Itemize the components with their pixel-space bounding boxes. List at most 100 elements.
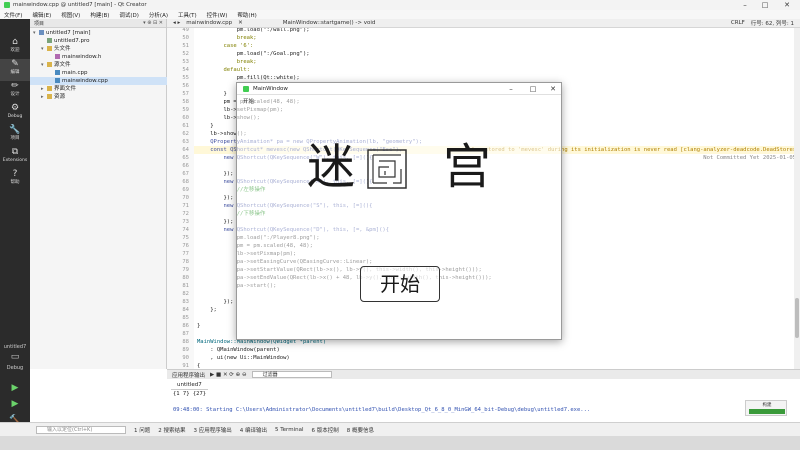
locator-input[interactable]: 输入以定位(Ctrl+K) [36, 425, 126, 434]
mode-edit[interactable]: ✎ 编辑 [0, 59, 30, 81]
build-mode-label[interactable]: Debug [0, 365, 30, 371]
line-ending[interactable]: CRLF [731, 20, 745, 26]
menu-file[interactable]: 文件(F) [4, 11, 22, 19]
app-close-button[interactable]: ✕ [543, 83, 563, 95]
panel-controls-icon[interactable]: ▾ ⊕ ⊟ ✕ [143, 20, 163, 26]
tab-general-messages[interactable]: 8 概要信息 [347, 426, 374, 434]
monitor-icon[interactable]: ▭ [0, 352, 30, 362]
code-line: , ui(new Ui::MainWindow) [197, 355, 290, 361]
editor-toolbar: ◂ ▸ mainwindow.cpp ✕ MainWindow::startga… [167, 19, 800, 28]
tree-item[interactable]: main.cpp [30, 69, 167, 77]
line-number: 90 [182, 355, 189, 361]
menu-edit[interactable]: 编辑(E) [32, 11, 51, 19]
menu-widgets[interactable]: 控件(W) [207, 11, 228, 19]
tree-item[interactable]: ▸ 界面文件 [30, 85, 167, 93]
output-pane-header: 应用程序输出 ▶ ■ ✕ ⟳ ⊕ ⊖ 过滤器 [167, 369, 800, 379]
menu-help[interactable]: 帮助(H) [237, 11, 256, 19]
tab-application-output[interactable]: 3 应用程序输出 [194, 426, 232, 434]
menu-debug[interactable]: 调试(D) [119, 11, 139, 19]
mode-projects[interactable]: 🔧 项目 [0, 125, 30, 147]
open-file-combo[interactable]: mainwindow.cpp [186, 20, 232, 26]
tree-item[interactable]: ▸ 资源 [30, 93, 167, 101]
tree-item[interactable]: mainwindow.h [30, 53, 167, 61]
line-number: 65 [182, 155, 189, 161]
line-number: 72 [182, 211, 189, 217]
close-file-icon[interactable]: ✕ [238, 20, 243, 26]
line-number: 78 [182, 259, 189, 265]
output-pane-title[interactable]: 应用程序输出 [172, 371, 205, 379]
start-game-button[interactable]: 开始 [360, 266, 440, 302]
extensions-icon: ⧉ [11, 147, 19, 157]
line-number: 64 [182, 147, 189, 153]
git-blame-annotation: Not Committed Yet 2025-01-05 [703, 155, 796, 161]
maximize-button[interactable]: □ [757, 0, 773, 10]
window-title: mainwindow.cpp @ untitled7 [main] - Qt C… [13, 2, 147, 8]
editor-scrollbar[interactable] [794, 28, 800, 369]
tree-item-label: untitled7 [main] [46, 30, 91, 36]
output-line: 09:48:00: Starting C:\Users\Administrato… [173, 407, 591, 413]
maze-glyph-icon [367, 149, 407, 189]
tree-item[interactable]: ▾ 源文件 [30, 61, 167, 69]
line-number: 56 [182, 83, 189, 89]
title-char-gong: 宫 [443, 139, 492, 195]
app-maximize-button[interactable]: □ [523, 83, 543, 95]
editor-scroll-thumb[interactable] [795, 298, 799, 338]
edit-icon: ✎ [11, 59, 19, 69]
title-char-mi: 迷 [307, 139, 356, 195]
tab-issues[interactable]: 1 问题 [134, 426, 150, 434]
tab-compile-output[interactable]: 4 编译输出 [240, 426, 267, 434]
mode-design[interactable]: ✏ 设计 [0, 81, 30, 103]
design-icon: ✏ [11, 81, 19, 91]
menu-analyze[interactable]: 分析(A) [149, 11, 168, 19]
menu-build[interactable]: 构建(B) [90, 11, 109, 19]
tree-item[interactable]: mainwindow.cpp [30, 77, 167, 85]
running-app-window[interactable]: MainWindow – □ ✕ 开始 迷 宫 开始 [236, 82, 562, 340]
tab-search-results[interactable]: 2 搜索结果 [158, 426, 185, 434]
tab-version-control[interactable]: 6 版本控制 [312, 426, 339, 434]
wrench-icon: 🔧 [9, 125, 21, 135]
line-number: 74 [182, 227, 189, 233]
line-number: 81 [182, 283, 189, 289]
mode-welcome[interactable]: ⌂ 欢迎 [0, 37, 30, 59]
minimize-button[interactable]: – [737, 0, 753, 10]
debug-run-icon[interactable]: ▶ [0, 399, 30, 409]
app-menu-start[interactable]: 开始 [243, 97, 254, 105]
code-line: { [197, 363, 201, 369]
line-number: 82 [182, 291, 189, 297]
nav-back-icon[interactable]: ◂ ▸ [173, 20, 180, 26]
line-number: 76 [182, 243, 189, 249]
code-line: }); [197, 171, 234, 177]
menu-tools[interactable]: 工具(T) [178, 11, 197, 19]
tab-terminal[interactable]: 5 Terminal [275, 427, 304, 433]
code-line: }); [197, 299, 234, 305]
output-tab-untitled7[interactable]: untitled7 [171, 381, 208, 390]
mode-help[interactable]: ? 帮助 [0, 169, 30, 191]
mode-debug[interactable]: ⚙ Debug [0, 103, 30, 125]
cpp-file-icon [55, 69, 60, 75]
app-minimize-button[interactable]: – [501, 83, 521, 95]
tree-item[interactable]: ▾ 头文件 [30, 45, 167, 53]
line-number: 50 [182, 35, 189, 41]
mode-extensions[interactable]: ⧉ Extensions [0, 147, 30, 169]
tree-item[interactable]: ▾ untitled7 [main] [30, 29, 167, 37]
tree-item-label: 资源 [54, 94, 66, 100]
line-number: 60 [182, 115, 189, 121]
code-line: } [197, 91, 227, 97]
tree-item-label: 界面文件 [54, 86, 77, 92]
title-bar: mainwindow.cpp @ untitled7 [main] - Qt C… [0, 0, 800, 10]
cursor-position[interactable]: 行号: 62, 列号: 1 [751, 19, 794, 27]
line-number-gutter: 49 50 51 52 53 54 55 56 57 58 59 60 61 62 63 64 65 66 67 68… [167, 28, 194, 369]
code-line: }; [197, 307, 217, 313]
output-filter-input[interactable]: 过滤器 [251, 371, 332, 378]
project-panel-title[interactable]: 项目 [34, 20, 44, 27]
symbol-combo[interactable]: MainWindow::startgame() -> void [283, 20, 376, 26]
menu-view[interactable]: 视图(V) [61, 11, 80, 19]
close-button[interactable]: ✕ [779, 0, 795, 10]
line-number: 69 [182, 187, 189, 193]
code-line: case '6': [197, 43, 254, 49]
run-icon[interactable]: ▶ [0, 383, 30, 393]
tree-item[interactable]: untitled7.pro [30, 37, 167, 45]
output-toolbar-icons[interactable]: ▶ ■ ✕ ⟳ ⊕ ⊖ [210, 372, 247, 378]
build-progress-label: 构建 [762, 403, 772, 408]
pro-file-icon [47, 37, 52, 43]
